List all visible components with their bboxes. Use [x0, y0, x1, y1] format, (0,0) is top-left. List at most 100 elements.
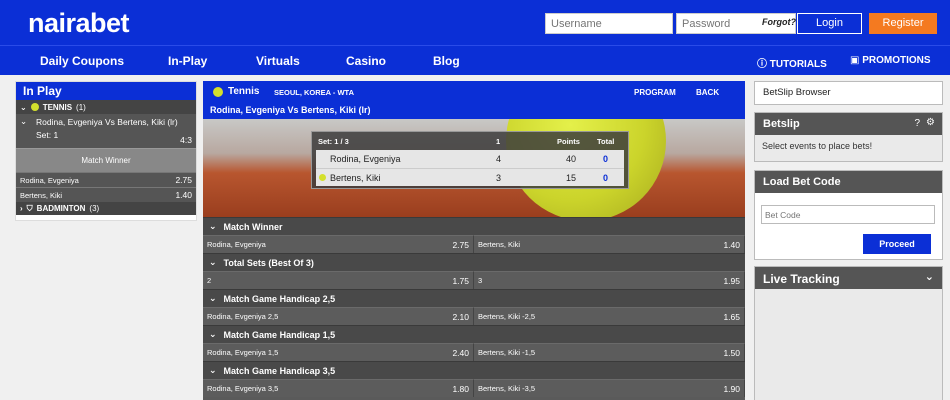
market-row: Rodina, Evgeniya 2.75 Bertens, Kiki 1.40: [203, 235, 745, 253]
live-tracking-title: Live Tracking: [763, 272, 840, 286]
forgot-password-link[interactable]: Forgot?: [762, 17, 796, 27]
promotions-link[interactable]: ▣ PROMOTIONS: [850, 55, 931, 66]
chevron-down-icon: ⌄: [209, 221, 217, 231]
sport-badminton[interactable]: › ⛉ BADMINTON (3): [16, 202, 196, 215]
event-header: Tennis SEOUL, KOREA - WTA PROGRAM BACK R…: [203, 81, 745, 119]
register-button[interactable]: Register: [869, 13, 937, 34]
market-row: Rodina, Evgeniya 1,5 2.40 Bertens, Kiki -…: [203, 343, 745, 361]
market-row: Rodina, Evgeniya 3,5 1.80 Bertens, Kiki -…: [203, 379, 745, 397]
selection-name: Rodina, Evgeniya: [207, 240, 266, 249]
odds-cell[interactable]: Rodina, Evgeniya 2,5 2.10: [203, 307, 474, 325]
selection-name: 3: [478, 276, 483, 285]
selection-row[interactable]: Rodina, Evgeniya 2.75: [16, 172, 196, 187]
betslip-browser-button[interactable]: BetSlip Browser: [754, 81, 943, 105]
event-title: Rodina, Evgeniya Vs Bertens, Kiki (lr): [210, 105, 371, 115]
chevron-down-icon: ⌄: [209, 293, 217, 303]
selection-name: Bertens, Kiki -3,5: [478, 384, 536, 393]
selection-odd: 2.10: [452, 311, 469, 322]
load-bet-code-title: Load Bet Code: [755, 171, 942, 193]
selection-odd: 2.75: [175, 175, 192, 185]
nav-in-play[interactable]: In-Play: [168, 54, 207, 68]
in-play-panel: In Play ⌄ TENNIS (1) ⌄ Rodina, Evgeniya …: [15, 81, 197, 221]
selection-name: Bertens, Kiki -2,5: [478, 312, 536, 321]
username-input[interactable]: [545, 13, 673, 34]
selection-odd: 1.40: [175, 190, 192, 200]
selection-odd: 1.65: [723, 311, 740, 322]
betslip-empty-message: Select events to place bets!: [762, 141, 873, 151]
betslip-header: Betslip ? ⚙: [755, 113, 942, 135]
tutorials-link[interactable]: ⓘ TUTORIALS: [757, 55, 827, 70]
login-button[interactable]: Login: [797, 13, 862, 34]
market-header[interactable]: ⌄ Match Game Handicap 1,5: [203, 325, 745, 343]
player-total: 0: [603, 172, 609, 183]
player-points: 15: [566, 172, 577, 183]
match-set: Set: 1: [36, 130, 59, 140]
selection-odd: 1.40: [723, 239, 740, 250]
odds-cell[interactable]: Bertens, Kiki -3,5 1.90: [474, 379, 745, 397]
selection-name: Bertens, Kiki: [478, 240, 521, 249]
in-play-title: In Play: [16, 82, 196, 100]
selection-odd: 2.75: [452, 239, 469, 250]
back-link[interactable]: BACK: [696, 88, 719, 97]
chevron-down-icon: ⌄: [209, 257, 217, 267]
selection-odd: 1.50: [723, 347, 740, 358]
selection-row[interactable]: Bertens, Kiki 1.40: [16, 187, 196, 202]
selection-name: Bertens, Kiki: [20, 190, 63, 200]
player-set: 3: [496, 172, 502, 183]
player-set: 4: [496, 154, 502, 164]
live-match[interactable]: ⌄ Rodina, Evgeniya Vs Bertens, Kiki (lr)…: [16, 114, 196, 148]
settings-icon[interactable]: ⚙: [926, 117, 935, 128]
odds-cell[interactable]: 2 1.75: [203, 271, 474, 289]
proceed-button[interactable]: Proceed: [863, 234, 931, 254]
odds-cell[interactable]: Bertens, Kiki -2,5 1.65: [474, 307, 745, 325]
odds-cell[interactable]: Rodina, Evgeniya 2.75: [203, 235, 474, 253]
match-score: 4:3: [180, 135, 192, 145]
program-link[interactable]: PROGRAM: [634, 88, 676, 97]
market-title: Match Game Handicap 3,5: [223, 365, 336, 376]
player-row: Rodina, Evgeniya 4 40 0: [316, 150, 624, 168]
bet-code-input[interactable]: [761, 205, 935, 224]
selection-odd: 1.75: [452, 275, 469, 286]
live-tracking-panel: Live Tracking ⌄: [754, 266, 943, 400]
help-icon[interactable]: ?: [914, 118, 920, 129]
market-header[interactable]: ⌄ Match Game Handicap 3,5: [203, 361, 745, 379]
nav-daily-coupons[interactable]: Daily Coupons: [40, 54, 124, 68]
market-row: Rodina, Evgeniya 2,5 2.10 Bertens, Kiki -…: [203, 307, 745, 325]
main-nav: Daily Coupons In-Play Virtuals Casino Bl…: [0, 45, 950, 75]
selection-name: Rodina, Evgeniya 3,5: [207, 384, 279, 393]
sport-tennis[interactable]: ⌄ TENNIS (1): [16, 100, 196, 114]
market-header[interactable]: ⌄ Match Game Handicap 2,5: [203, 289, 745, 307]
tennis-ball-icon: [30, 103, 39, 111]
promotions-label: PROMOTIONS: [862, 55, 931, 66]
player-name: Rodina, Evgeniya: [330, 154, 401, 164]
live-tracking-header[interactable]: Live Tracking ⌄: [755, 267, 942, 289]
gift-icon: ▣: [850, 55, 860, 66]
top-header: nairabet Forgot? Login Register: [0, 0, 950, 45]
player-name: Bertens, Kiki: [330, 172, 381, 183]
selection-odd: 1.95: [723, 275, 740, 286]
shuttlecock-icon: ⛉: [26, 203, 33, 213]
odds-cell[interactable]: Bertens, Kiki 1.40: [474, 235, 745, 253]
info-icon: ⓘ: [757, 59, 767, 70]
market-title: Match Winner: [16, 148, 196, 172]
odds-cell[interactable]: Rodina, Evgeniya 3,5 1.80: [203, 379, 474, 397]
sport-count: (3): [89, 204, 100, 213]
market-header[interactable]: ⌄ Total Sets (Best Of 3): [203, 253, 745, 271]
sport-label: TENNIS: [42, 102, 73, 112]
sport-count: (1): [76, 102, 86, 112]
odds-cell[interactable]: Bertens, Kiki -1,5 1.50: [474, 343, 745, 361]
nav-casino[interactable]: Casino: [346, 54, 386, 68]
nairabet-logo[interactable]: nairabet: [28, 8, 130, 39]
nav-blog[interactable]: Blog: [433, 54, 460, 68]
odds-cell[interactable]: Rodina, Evgeniya 1,5 2.40: [203, 343, 474, 361]
selection-odd: 2.40: [452, 347, 469, 358]
odds-cell[interactable]: 3 1.95: [474, 271, 745, 289]
chevron-down-icon: ⌄: [20, 102, 27, 112]
col-total: Total: [597, 136, 615, 146]
market-title: Match Game Handicap 1,5: [223, 329, 336, 340]
market-header[interactable]: ⌄ Match Winner: [203, 217, 745, 235]
player-points: 40: [566, 154, 577, 164]
market-title: Match Game Handicap 2,5: [223, 293, 336, 304]
nav-virtuals[interactable]: Virtuals: [256, 54, 300, 68]
scoreboard-hero: Set: 1 / 3 1 Points Total Rodina, Evgeni…: [203, 119, 745, 217]
